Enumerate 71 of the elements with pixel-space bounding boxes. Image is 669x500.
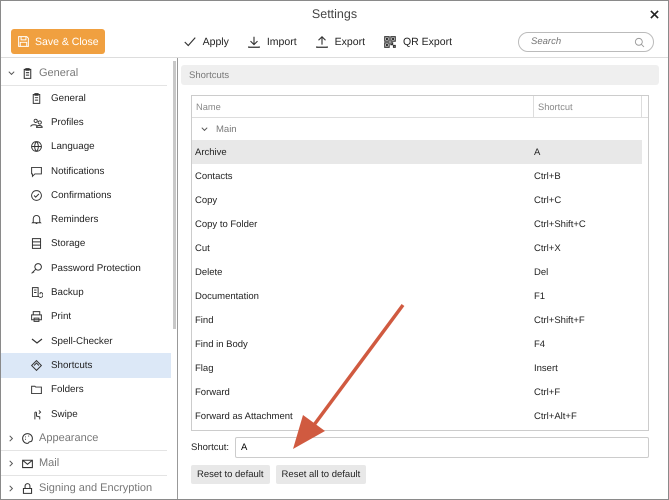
sidebar-item[interactable]: Notifications	[1, 158, 171, 184]
sidebar-item[interactable]: Print	[1, 304, 171, 329]
chevron-icon	[200, 124, 209, 134]
table-row[interactable]: Find in Body F4	[192, 332, 642, 356]
upload-icon	[314, 34, 329, 48]
backup-icon	[30, 286, 43, 300]
qr-code-icon	[383, 34, 398, 48]
printer-icon	[30, 310, 43, 324]
table-row[interactable]: Archive A	[192, 140, 642, 164]
window-title: Settings	[312, 6, 358, 20]
table-group-row[interactable]: Main	[192, 118, 648, 140]
table-row[interactable]: Find Ctrl+Shift+F	[192, 308, 642, 332]
panel-title: Shortcuts	[181, 65, 659, 85]
sidebar-item[interactable]: Folders	[1, 378, 171, 402]
column-header[interactable]: Name	[192, 96, 534, 117]
lock-icon	[21, 482, 34, 495]
checkmark-icon	[182, 34, 197, 48]
reset-button[interactable]: Reset all to default	[276, 465, 366, 484]
column-header[interactable]: Shortcut	[534, 96, 642, 117]
speech-bubble-icon	[30, 164, 43, 178]
spell-check-icon	[30, 338, 42, 344]
key-icon	[30, 262, 43, 275]
toolbar-action-button[interactable]: Apply	[180, 32, 231, 50]
toolbar-action-button[interactable]: Import	[244, 32, 299, 50]
sidebar-item[interactable]: Storage	[1, 232, 171, 256]
table-row[interactable]: Cut Ctrl+X	[192, 236, 642, 260]
table-row[interactable]: Copy to Folder Ctrl+Shift+C	[192, 212, 642, 236]
clipboard-icon	[30, 92, 43, 105]
folder-icon	[30, 383, 43, 396]
chevron-icon	[7, 484, 16, 493]
table-row[interactable]: Delete Del	[192, 260, 642, 284]
bell-icon	[30, 213, 43, 226]
scrollbar-thumb[interactable]	[173, 61, 176, 329]
table-row[interactable]: Contacts Ctrl+B	[192, 164, 642, 188]
table-row[interactable]: Documentation F1	[192, 284, 642, 308]
globe-icon	[30, 140, 43, 154]
sidebar-item[interactable]: Profiles	[1, 110, 171, 135]
search-icon	[634, 36, 645, 48]
download-icon	[246, 34, 261, 48]
sidebar-item[interactable]: Swipe	[1, 402, 171, 426]
chevron-icon	[7, 68, 16, 78]
storage-icon	[30, 237, 43, 250]
sidebar-item[interactable]: Spell-Checker	[1, 328, 171, 354]
sidebar-item[interactable]: Backup	[1, 280, 171, 305]
field-label: Shortcut:	[191, 442, 230, 453]
people-icon	[30, 116, 43, 129]
table-row[interactable]: Forward Ctrl+F	[192, 380, 642, 404]
table-row[interactable]: Copy Ctrl+C	[192, 188, 642, 212]
close-icon[interactable]	[650, 10, 659, 19]
toolbar-action-button[interactable]: Export	[312, 32, 368, 50]
sidebar-item[interactable]: Reminders	[1, 207, 171, 232]
sidebar-group[interactable]: Signing and Encryption	[1, 476, 167, 499]
search-field[interactable]: Search	[518, 32, 654, 52]
sidebar-item[interactable]: Shortcuts	[1, 353, 171, 378]
palette-icon	[21, 432, 34, 445]
sidebar-group[interactable]: Appearance	[1, 426, 167, 452]
chevron-icon	[7, 458, 16, 468]
clipboard-icon	[21, 66, 34, 80]
sidebar-item[interactable]: Password Protection	[1, 256, 171, 280]
sidebar-group[interactable]: Mail	[1, 451, 167, 476]
reset-button[interactable]: Reset to default	[191, 465, 270, 484]
table-row[interactable]: Forward as Attachment Ctrl+Alt+F	[192, 404, 642, 428]
toolbar-action-button[interactable]: QR Export	[381, 32, 454, 50]
sidebar-item[interactable]: Confirmations	[1, 183, 171, 208]
shortcut-input-field[interactable]: A	[235, 437, 649, 458]
sidebar-group[interactable]: General	[1, 61, 167, 86]
sidebar-item[interactable]: Language	[1, 134, 171, 159]
table-row[interactable]: Flag Insert	[192, 356, 642, 380]
chevron-icon	[7, 434, 16, 443]
envelope-icon	[21, 456, 34, 470]
sidebar-item[interactable]: General	[1, 86, 171, 110]
